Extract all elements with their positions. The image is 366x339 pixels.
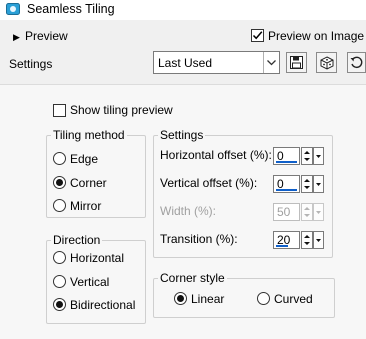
- direction-bidirectional-label[interactable]: Bidirectional: [70, 298, 135, 312]
- seamless-tiling-icon: [6, 3, 20, 15]
- vertical-offset-slider[interactable]: [276, 189, 297, 191]
- tiling-mirror-radio[interactable]: [53, 199, 66, 212]
- horizontal-offset-input[interactable]: 0: [273, 147, 300, 165]
- transition-slider[interactable]: [276, 245, 288, 247]
- transition-input[interactable]: 20: [273, 231, 300, 249]
- horizontal-offset-dropdown[interactable]: [313, 147, 324, 165]
- direction-vertical-radio[interactable]: [53, 275, 66, 288]
- settings-label: Settings: [9, 57, 53, 71]
- direction-horizontal-label[interactable]: Horizontal: [70, 251, 124, 265]
- window-title: Seamless Tiling: [27, 2, 115, 16]
- direction-title: Direction: [51, 233, 103, 247]
- show-tiling-preview-checkbox[interactable]: [53, 104, 66, 117]
- expand-arrow-icon[interactable]: ▶: [13, 31, 20, 43]
- reset-button[interactable]: [347, 52, 366, 73]
- width-spinner: [301, 203, 313, 221]
- horizontal-offset-slider[interactable]: [276, 161, 297, 163]
- direction-vertical-label[interactable]: Vertical: [70, 275, 109, 289]
- preview-on-image-label[interactable]: Preview on Image: [268, 29, 364, 44]
- corner-linear-label[interactable]: Linear: [191, 292, 224, 306]
- preset-value: Last Used: [158, 56, 213, 70]
- save-icon: [290, 56, 303, 72]
- transition-dropdown[interactable]: [313, 231, 324, 249]
- direction-horizontal-radio[interactable]: [53, 251, 66, 264]
- tiling-edge-radio[interactable]: [53, 152, 66, 165]
- corner-curved-label[interactable]: Curved: [274, 292, 313, 306]
- tiling-edge-label[interactable]: Edge: [70, 152, 98, 166]
- corner-style-title: Corner style: [158, 271, 227, 285]
- options-panel: Show tiling preview Tiling method Edge C…: [0, 84, 366, 339]
- horizontal-offset-spinner[interactable]: [301, 147, 313, 165]
- corner-linear-radio[interactable]: [174, 292, 187, 305]
- tiling-corner-label[interactable]: Corner: [70, 176, 107, 190]
- chevron-down-icon[interactable]: [263, 52, 279, 73]
- save-preset-button[interactable]: [286, 52, 307, 73]
- vertical-offset-input[interactable]: 0: [273, 175, 300, 193]
- vertical-offset-label: Vertical offset (%):: [160, 176, 258, 190]
- reset-icon: [350, 56, 364, 73]
- vertical-offset-dropdown[interactable]: [313, 175, 324, 193]
- corner-curved-radio[interactable]: [257, 292, 270, 305]
- tiling-mirror-label[interactable]: Mirror: [70, 199, 101, 213]
- width-value: 50: [277, 205, 291, 219]
- preset-dropdown[interactable]: Last Used: [153, 51, 280, 74]
- transition-label: Transition (%):: [160, 232, 238, 246]
- tiling-method-title: Tiling method: [51, 128, 127, 142]
- width-input: 50: [273, 203, 300, 221]
- dice-icon: [320, 56, 334, 73]
- preview-on-image-checkbox[interactable]: [251, 29, 264, 42]
- direction-bidirectional-radio[interactable]: [53, 298, 66, 311]
- settings-group-title: Settings: [158, 128, 206, 142]
- title-bar: Seamless Tiling: [0, 0, 366, 20]
- horizontal-offset-label: Horizontal offset (%):: [160, 148, 272, 162]
- transition-spinner[interactable]: [301, 231, 313, 249]
- show-tiling-preview-label[interactable]: Show tiling preview: [70, 103, 173, 117]
- tiling-corner-radio[interactable]: [53, 176, 66, 189]
- randomize-button[interactable]: [316, 52, 337, 73]
- width-label: Width (%):: [160, 204, 217, 218]
- preview-toggle[interactable]: Preview: [25, 29, 68, 44]
- vertical-offset-spinner[interactable]: [301, 175, 313, 193]
- width-dropdown: [313, 203, 324, 221]
